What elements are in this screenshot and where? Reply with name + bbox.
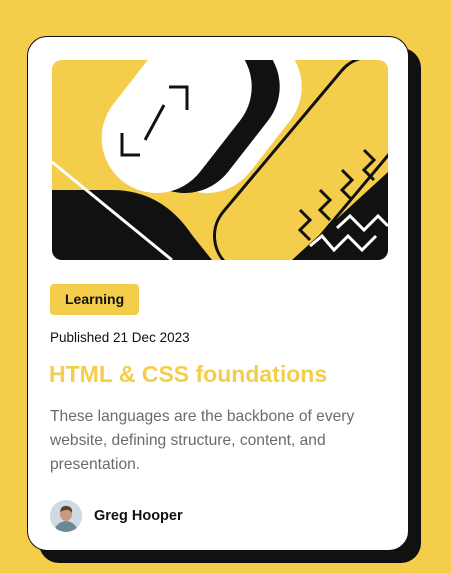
article-description: These languages are the backbone of ever… <box>50 408 355 473</box>
article-illustration <box>52 60 388 260</box>
article-title[interactable]: HTML & CSS foundations <box>49 361 327 388</box>
published-date: Published 21 Dec 2023 <box>50 330 190 345</box>
author-name: Greg Hooper <box>94 508 183 524</box>
category-tag: Learning <box>50 284 140 315</box>
author: Greg Hooper <box>50 500 183 532</box>
blog-preview-card: Learning Published 21 Dec 2023 HTML & CS… <box>27 36 409 551</box>
avatar <box>50 500 82 532</box>
